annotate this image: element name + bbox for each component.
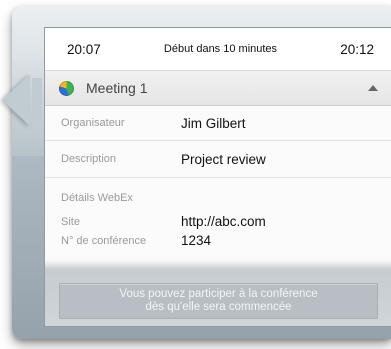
time-bar: 20:07 Début dans 10 minutes 20:12: [45, 28, 391, 71]
site-label: Site: [61, 215, 80, 228]
end-time: 20:12: [340, 41, 374, 57]
organizer-label: Organisateur: [61, 117, 125, 129]
organizer-row: Organisateur Jim Gilbert: [45, 106, 391, 141]
webex-details-title: Détails WebEx: [61, 192, 133, 204]
description-row: Description Project review: [45, 141, 391, 178]
meeting-header[interactable]: Meeting 1: [45, 71, 391, 106]
meeting-panel: 20:07 Début dans 10 minutes 20:12 Meetin…: [44, 27, 391, 327]
meeting-title: Meeting 1: [86, 80, 148, 96]
popover-pointer-fill: [32, 78, 42, 122]
popover-pointer: [2, 74, 30, 126]
organizer-value: Jim Gilbert: [181, 115, 246, 131]
site-value[interactable]: http://abc.com: [181, 214, 266, 229]
scroll-fade: [45, 260, 391, 270]
join-button-line2: dès qu'elle sera commencée: [145, 301, 292, 313]
webex-details: Détails WebEx Site http://abc.com N° de …: [45, 178, 391, 256]
collapse-caret-icon[interactable]: [368, 85, 378, 91]
webex-globe-icon: [59, 80, 74, 96]
site-row: Site http://abc.com: [61, 212, 391, 231]
join-meeting-button[interactable]: Vous pouvez participer à la conférence d…: [59, 283, 378, 319]
start-time: 20:07: [67, 41, 101, 57]
join-button-line1: Vous pouvez participer à la conférence: [119, 288, 318, 300]
conference-label: N° de conférence: [61, 234, 147, 247]
conference-value: 1234: [181, 233, 212, 248]
conference-row: N° de conférence 1234: [61, 231, 391, 250]
description-value: Project review: [181, 151, 266, 167]
countdown-status: Début dans 10 minutes: [163, 43, 278, 55]
description-label: Description: [61, 153, 117, 165]
panel-footer: Vous pouvez participer à la conférence d…: [45, 270, 391, 326]
